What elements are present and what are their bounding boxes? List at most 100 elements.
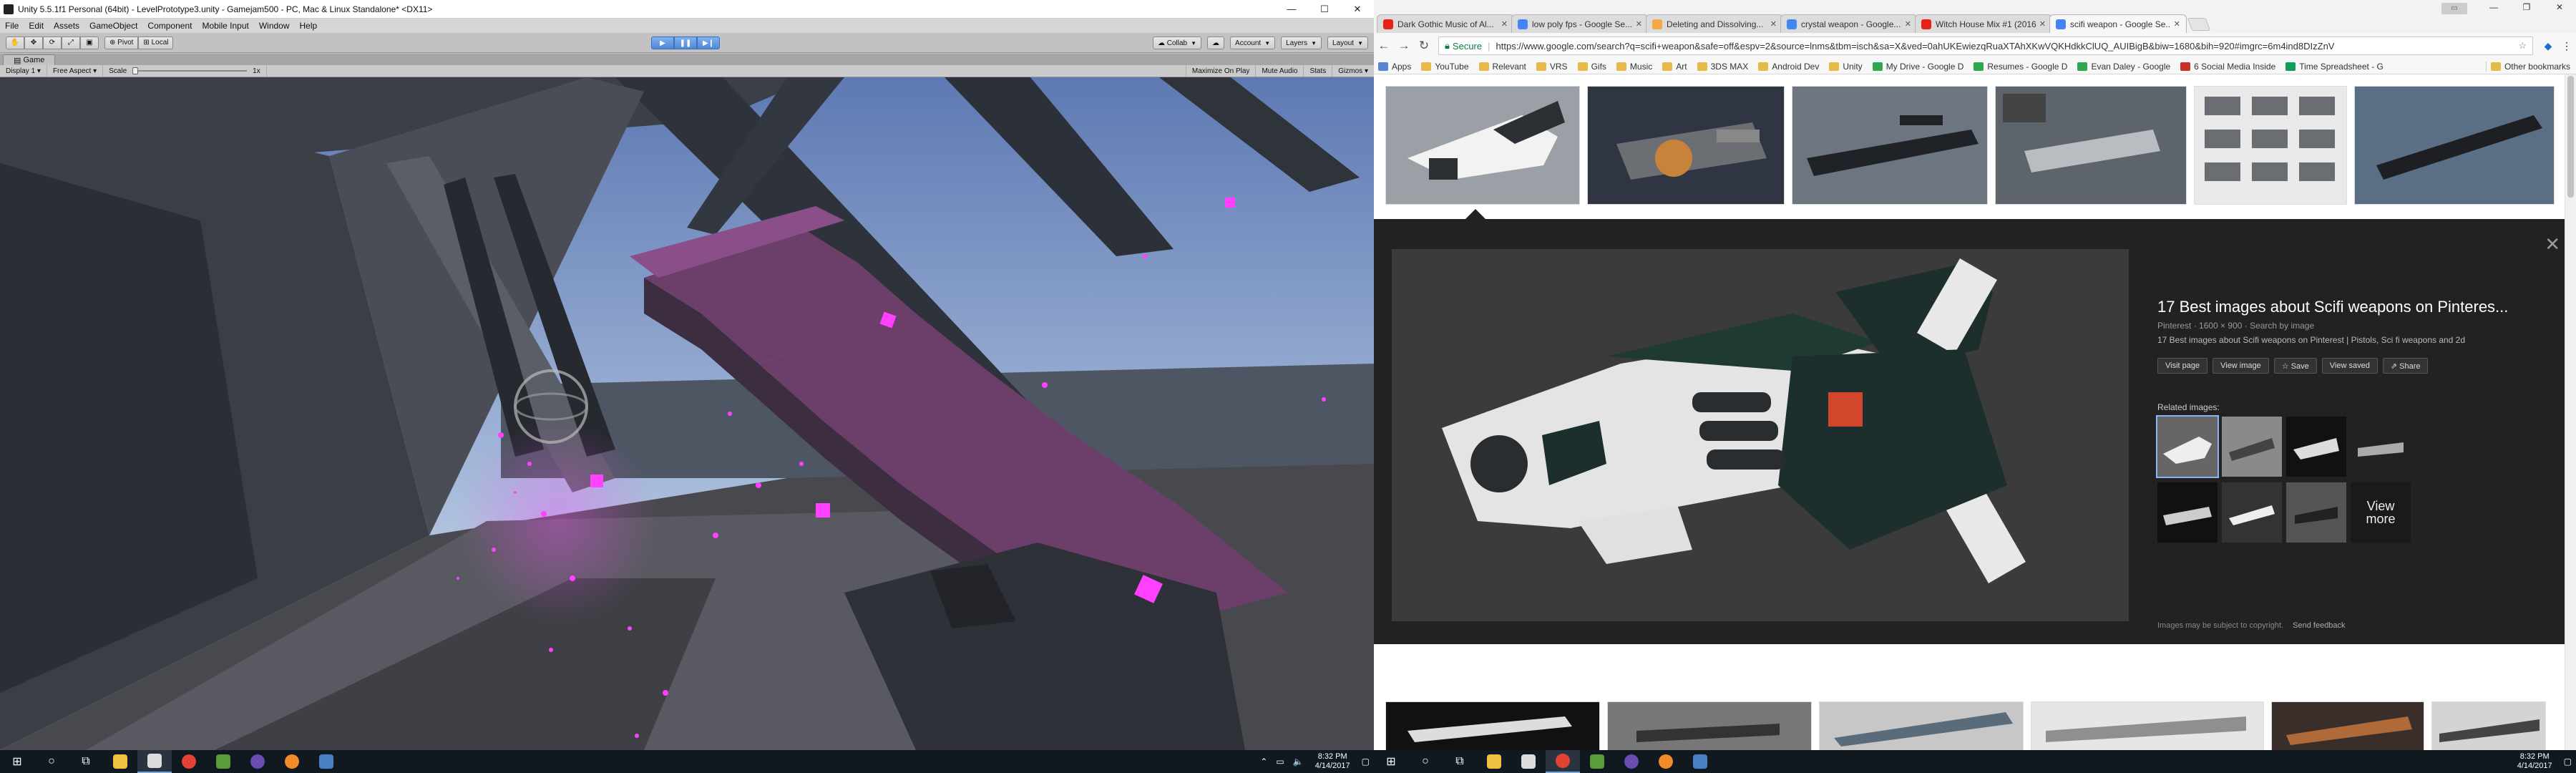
- result-image[interactable]: [2431, 701, 2546, 750]
- move-tool-icon[interactable]: ✥: [24, 36, 43, 49]
- file-explorer-icon[interactable]: [1477, 750, 1511, 773]
- chrome-tab[interactable]: Witch House Mix #1 (2016... ✕: [1915, 14, 2052, 33]
- cloud-icon[interactable]: ☁: [1207, 37, 1225, 49]
- mute-audio-toggle[interactable]: Mute Audio: [1255, 65, 1303, 77]
- rect-tool-icon[interactable]: ▣: [80, 36, 99, 49]
- minimize-button[interactable]: —: [2477, 0, 2510, 14]
- obs-taskbar-icon[interactable]: [1614, 750, 1649, 773]
- chrome-tab[interactable]: crystal weapon - Google... ✕: [1780, 14, 1918, 33]
- menu-window[interactable]: Window: [254, 21, 295, 31]
- close-preview-icon[interactable]: ✕: [2545, 233, 2560, 256]
- restore-button[interactable]: ❐: [2510, 0, 2543, 14]
- scale-slider[interactable]: [132, 67, 248, 74]
- tab-close-icon[interactable]: ✕: [1905, 19, 1911, 29]
- windows-start-icon[interactable]: ⊞: [0, 750, 34, 773]
- collab-dropdown[interactable]: ☁ Collab ▼: [1152, 37, 1202, 49]
- stats-toggle[interactable]: Stats: [1303, 65, 1332, 77]
- result-image[interactable]: [1607, 701, 1812, 750]
- chrome-tab[interactable]: Deleting and Dissolving... ✕: [1646, 14, 1783, 33]
- minecraft-taskbar-icon[interactable]: [1580, 750, 1614, 773]
- notification-icon[interactable]: ▢: [2560, 757, 2576, 767]
- minimize-button[interactable]: —: [1275, 0, 1308, 18]
- task-view-icon[interactable]: ⧉: [1443, 750, 1477, 773]
- tab-close-icon[interactable]: ✕: [1770, 19, 1777, 29]
- tab-close-icon[interactable]: ✕: [2039, 19, 2046, 29]
- reload-icon[interactable]: ↻: [1414, 39, 1434, 53]
- menu-mobile-input[interactable]: Mobile Input: [197, 21, 253, 31]
- preview-image[interactable]: [1392, 249, 2129, 621]
- bookmark-folder[interactable]: YouTube: [1417, 62, 1474, 72]
- network-icon[interactable]: ▭: [1272, 757, 1288, 767]
- result-image[interactable]: [2354, 86, 2555, 205]
- address-bar[interactable]: 🔒︎ Secure | https://www.google.com/searc…: [1438, 37, 2533, 55]
- tab-close-icon[interactable]: ✕: [2174, 19, 2180, 29]
- app-taskbar-icon[interactable]: [309, 750, 343, 773]
- visit-page-button[interactable]: Visit page: [2157, 358, 2208, 374]
- save-button[interactable]: ☆ Save: [2273, 358, 2317, 374]
- step-icon[interactable]: ▶❙: [697, 37, 720, 49]
- bookmark-apps[interactable]: Apps: [1374, 62, 1417, 72]
- bookmark-folder[interactable]: Relevant: [1475, 62, 1532, 72]
- task-view-icon[interactable]: ⧉: [69, 750, 103, 773]
- layers-dropdown[interactable]: Layers ▼: [1281, 37, 1322, 49]
- related-image[interactable]: [2286, 482, 2346, 543]
- chrome-taskbar-icon[interactable]: [1546, 750, 1580, 773]
- game-viewport[interactable]: [0, 77, 1374, 750]
- bookmark-folder[interactable]: Art: [1658, 62, 1692, 72]
- unity-taskbar-icon[interactable]: [1511, 750, 1546, 773]
- related-image[interactable]: [2351, 417, 2411, 477]
- search-icon[interactable]: ○: [34, 750, 69, 773]
- menu-assets[interactable]: Assets: [49, 21, 84, 31]
- volume-icon[interactable]: 🔈: [1289, 757, 1308, 767]
- local-toggle[interactable]: ⊞ Local: [138, 36, 174, 49]
- gizmos-dropdown[interactable]: Gizmos ▾: [1332, 65, 1374, 77]
- unity-taskbar-icon[interactable]: [137, 750, 172, 773]
- notification-icon[interactable]: ▢: [1357, 757, 1374, 767]
- result-image[interactable]: [1995, 86, 2187, 205]
- view-saved-button[interactable]: View saved: [2321, 358, 2378, 374]
- tab-game[interactable]: ▤ Game: [3, 54, 56, 65]
- rotate-tool-icon[interactable]: ⟳: [43, 36, 62, 49]
- new-tab-button[interactable]: [2187, 18, 2211, 31]
- scale-tool-icon[interactable]: ⤢: [62, 36, 80, 49]
- menu-component[interactable]: Component: [142, 21, 197, 31]
- tab-close-icon[interactable]: ✕: [1501, 19, 1508, 29]
- url-text[interactable]: https://www.google.com/search?q=scifi+we…: [1496, 41, 2514, 52]
- chrome-taskbar-icon[interactable]: [172, 750, 206, 773]
- obs-taskbar-icon[interactable]: [240, 750, 275, 773]
- bookmark-folder[interactable]: Android Dev: [1754, 62, 1825, 72]
- bookmark-link[interactable]: Resumes - Google D: [1969, 62, 2073, 72]
- back-arrow-icon[interactable]: ←: [1374, 39, 1394, 53]
- aspect-dropdown[interactable]: Free Aspect ▾: [47, 65, 104, 77]
- other-bookmarks[interactable]: Other bookmarks: [2485, 61, 2576, 72]
- menu-help[interactable]: Help: [295, 21, 323, 31]
- file-explorer-icon[interactable]: [103, 750, 137, 773]
- account-dropdown[interactable]: Account ▼: [1230, 37, 1276, 49]
- bookmark-folder[interactable]: Music: [1612, 62, 1658, 72]
- result-image[interactable]: [1385, 701, 1600, 750]
- search-icon[interactable]: ○: [1408, 750, 1443, 773]
- related-image[interactable]: [2286, 417, 2346, 477]
- close-button[interactable]: ✕: [1341, 0, 1374, 18]
- display-dropdown[interactable]: Display 1 ▾: [0, 65, 47, 77]
- extension-icon[interactable]: ◆: [2539, 40, 2557, 52]
- bookmark-star-icon[interactable]: ☆: [2518, 40, 2527, 52]
- hand-tool-icon[interactable]: ✋: [6, 36, 24, 49]
- related-image[interactable]: [2156, 415, 2219, 478]
- result-image[interactable]: [1819, 701, 2024, 750]
- bookmark-folder[interactable]: 3DS MAX: [1693, 62, 1755, 72]
- chrome-tab[interactable]: Dark Gothic Music of Al... ✕: [1377, 14, 1514, 33]
- bookmark-link[interactable]: My Drive - Google D: [1868, 62, 1970, 72]
- play-icon[interactable]: ▶: [651, 37, 674, 49]
- tab-close-icon[interactable]: ✕: [1636, 19, 1642, 29]
- chrome-tab-active[interactable]: scifi weapon - Google Se... ✕: [2049, 14, 2187, 33]
- bookmark-folder[interactable]: Unity: [1825, 62, 1868, 72]
- result-image[interactable]: [2271, 701, 2424, 750]
- pause-icon[interactable]: ❚❚: [674, 37, 697, 49]
- bookmark-link[interactable]: Evan Daley - Google: [2073, 62, 2176, 72]
- maximize-button[interactable]: ☐: [1308, 0, 1341, 18]
- related-image[interactable]: [2222, 417, 2282, 477]
- clock[interactable]: 8:32 PM 4/14/2017: [1308, 752, 1357, 771]
- page-scrollbar[interactable]: [2565, 74, 2576, 750]
- clock[interactable]: 8:32 PM 4/14/2017: [2510, 752, 2560, 771]
